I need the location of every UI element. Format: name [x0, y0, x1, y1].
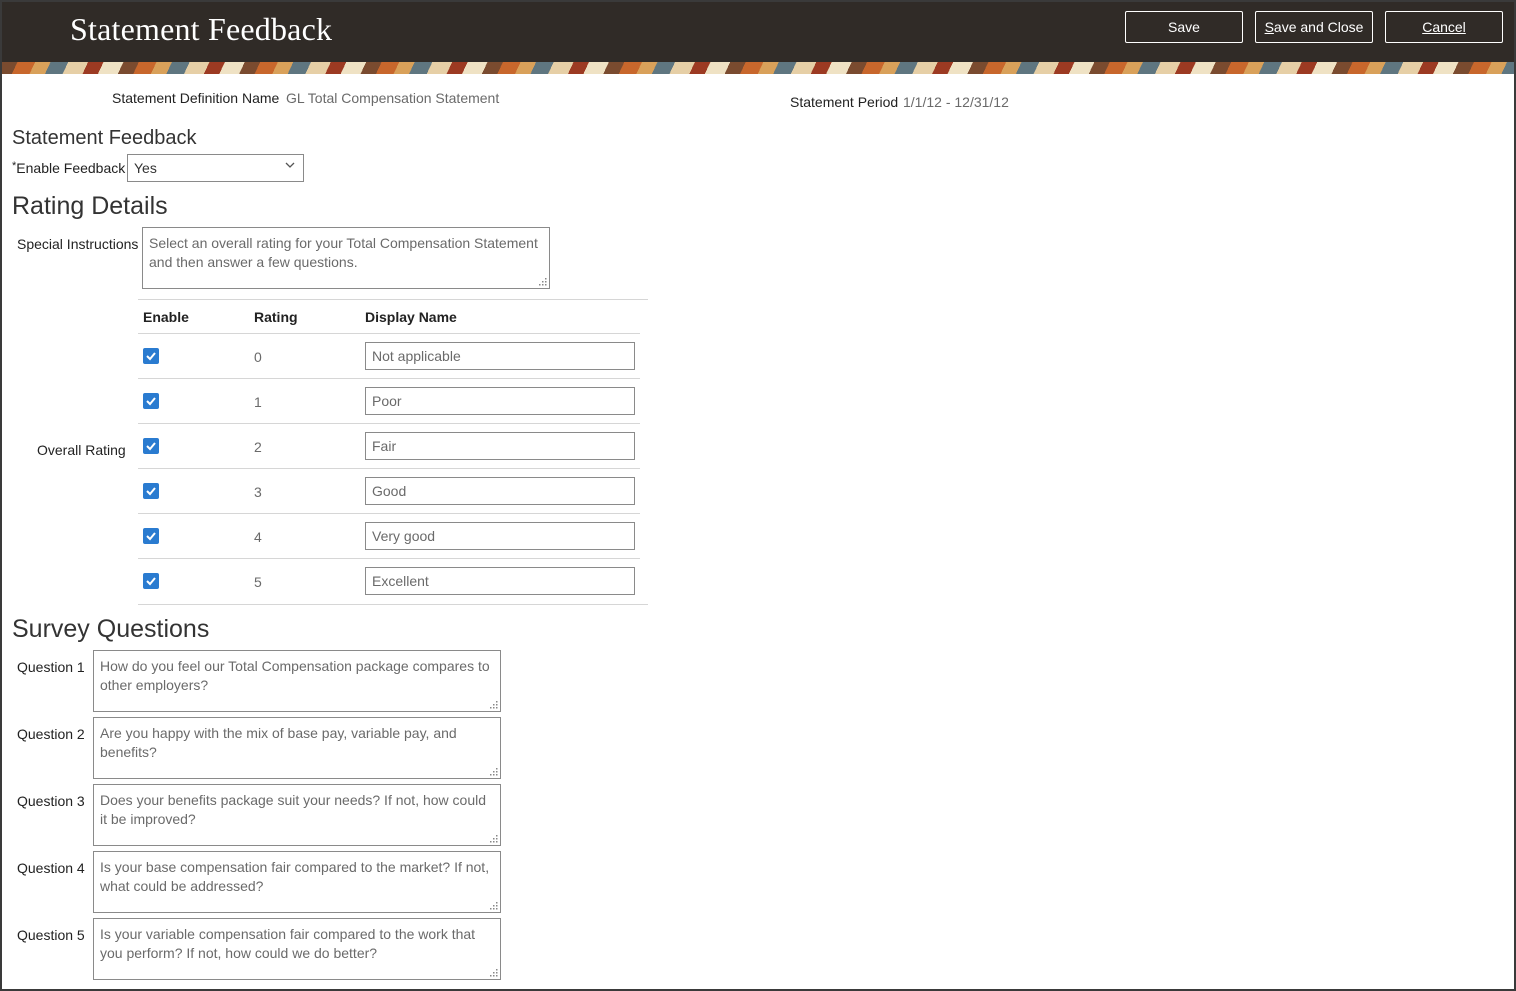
statement-period-value: 1/1/12 - 12/31/12	[903, 94, 1009, 110]
rating-details-heading: Rating Details	[12, 192, 168, 220]
statement-definition-label: Statement Definition Name	[112, 90, 280, 106]
question-label: Question 3	[17, 793, 85, 809]
statement-definition-value: GL Total Compensation Statement	[286, 90, 500, 106]
rating-enable-checkbox[interactable]	[143, 393, 159, 409]
rating-value: 1	[254, 394, 262, 410]
resize-grip-icon[interactable]	[490, 701, 498, 709]
checkmark-icon	[146, 532, 156, 541]
enable-feedback-text: Enable Feedback	[16, 160, 126, 176]
survey-questions-heading: Survey Questions	[12, 615, 210, 643]
rating-enable-checkbox[interactable]	[143, 438, 159, 454]
display-name-input[interactable]: Very good	[365, 522, 635, 550]
question-text: Is your variable compensation fair compa…	[100, 926, 476, 961]
page-header: Statement Feedback Save Save and Close C…	[2, 2, 1514, 62]
statement-period-label: Statement Period	[790, 94, 899, 110]
enable-feedback-select[interactable]: Yes	[127, 154, 304, 182]
question-label: Question 4	[17, 860, 85, 876]
enable-feedback-label: *Enable Feedback	[12, 160, 125, 176]
save-button[interactable]: Save	[1125, 11, 1243, 43]
question-textarea[interactable]: Is your base compensation fair compared …	[93, 851, 501, 913]
rating-enable-checkbox[interactable]	[143, 573, 159, 589]
question-text: Are you happy with the mix of base pay, …	[100, 725, 457, 760]
save-and-close-label: ave and Close	[1273, 19, 1364, 35]
resize-grip-icon[interactable]	[490, 902, 498, 910]
question-textarea[interactable]: Are you happy with the mix of base pay, …	[93, 717, 501, 779]
page-title: Statement Feedback	[70, 11, 333, 47]
rating-value: 5	[254, 574, 262, 590]
rating-enable-checkbox[interactable]	[143, 483, 159, 499]
question-label: Question 2	[17, 726, 85, 742]
checkmark-icon	[146, 442, 156, 451]
column-header-display-name: Display Name	[365, 309, 457, 325]
table-bottom-divider	[138, 604, 648, 605]
row-divider	[138, 468, 640, 469]
cancel-button[interactable]: Cancel	[1385, 11, 1503, 43]
question-text: Does your benefits package suit your nee…	[100, 792, 487, 827]
question-label: Question 5	[17, 927, 85, 943]
rating-value: 2	[254, 439, 262, 455]
cancel-label: Cancel	[1422, 19, 1466, 35]
row-divider	[138, 378, 640, 379]
rating-value: 0	[254, 349, 262, 365]
table-top-divider	[138, 299, 648, 300]
question-label: Question 1	[17, 659, 85, 675]
display-name-input[interactable]: Not applicable	[365, 342, 635, 370]
checkmark-icon	[146, 577, 156, 586]
save-and-close-mnemonic: S	[1264, 19, 1274, 35]
row-divider	[138, 423, 640, 424]
question-text: Is your base compensation fair compared …	[100, 859, 490, 894]
display-name-input[interactable]: Poor	[365, 387, 635, 415]
decorative-banner	[2, 62, 1514, 74]
rating-enable-checkbox[interactable]	[143, 528, 159, 544]
column-header-enable: Enable	[143, 309, 189, 325]
rating-enable-checkbox[interactable]	[143, 348, 159, 364]
rating-value: 3	[254, 484, 262, 500]
statement-feedback-heading: Statement Feedback	[12, 127, 197, 149]
checkmark-icon	[146, 352, 156, 361]
row-divider	[138, 513, 640, 514]
display-name-input[interactable]: Fair	[365, 432, 635, 460]
question-text: How do you feel our Total Compensation p…	[100, 658, 490, 693]
question-textarea[interactable]: Is your variable compensation fair compa…	[93, 918, 501, 980]
row-divider	[138, 558, 640, 559]
special-instructions-text: Select an overall rating for your Total …	[149, 235, 538, 270]
resize-grip-icon[interactable]	[490, 835, 498, 843]
rating-value: 4	[254, 529, 262, 545]
resize-grip-icon[interactable]	[539, 278, 547, 286]
special-instructions-label: Special Instructions	[17, 236, 139, 252]
special-instructions-textarea[interactable]: Select an overall rating for your Total …	[142, 227, 550, 289]
chevron-down-icon	[285, 162, 295, 168]
question-textarea[interactable]: Does your benefits package suit your nee…	[93, 784, 501, 846]
checkmark-icon	[146, 397, 156, 406]
save-and-close-button[interactable]: Save and Close	[1255, 11, 1373, 43]
overall-rating-label: Overall Rating	[37, 442, 126, 458]
resize-grip-icon[interactable]	[490, 969, 498, 977]
table-header-divider	[138, 333, 640, 334]
display-name-input[interactable]: Excellent	[365, 567, 635, 595]
enable-feedback-value: Yes	[134, 160, 157, 176]
resize-grip-icon[interactable]	[490, 768, 498, 776]
checkmark-icon	[146, 487, 156, 496]
display-name-input[interactable]: Good	[365, 477, 635, 505]
column-header-rating: Rating	[254, 309, 298, 325]
question-textarea[interactable]: How do you feel our Total Compensation p…	[93, 650, 501, 712]
